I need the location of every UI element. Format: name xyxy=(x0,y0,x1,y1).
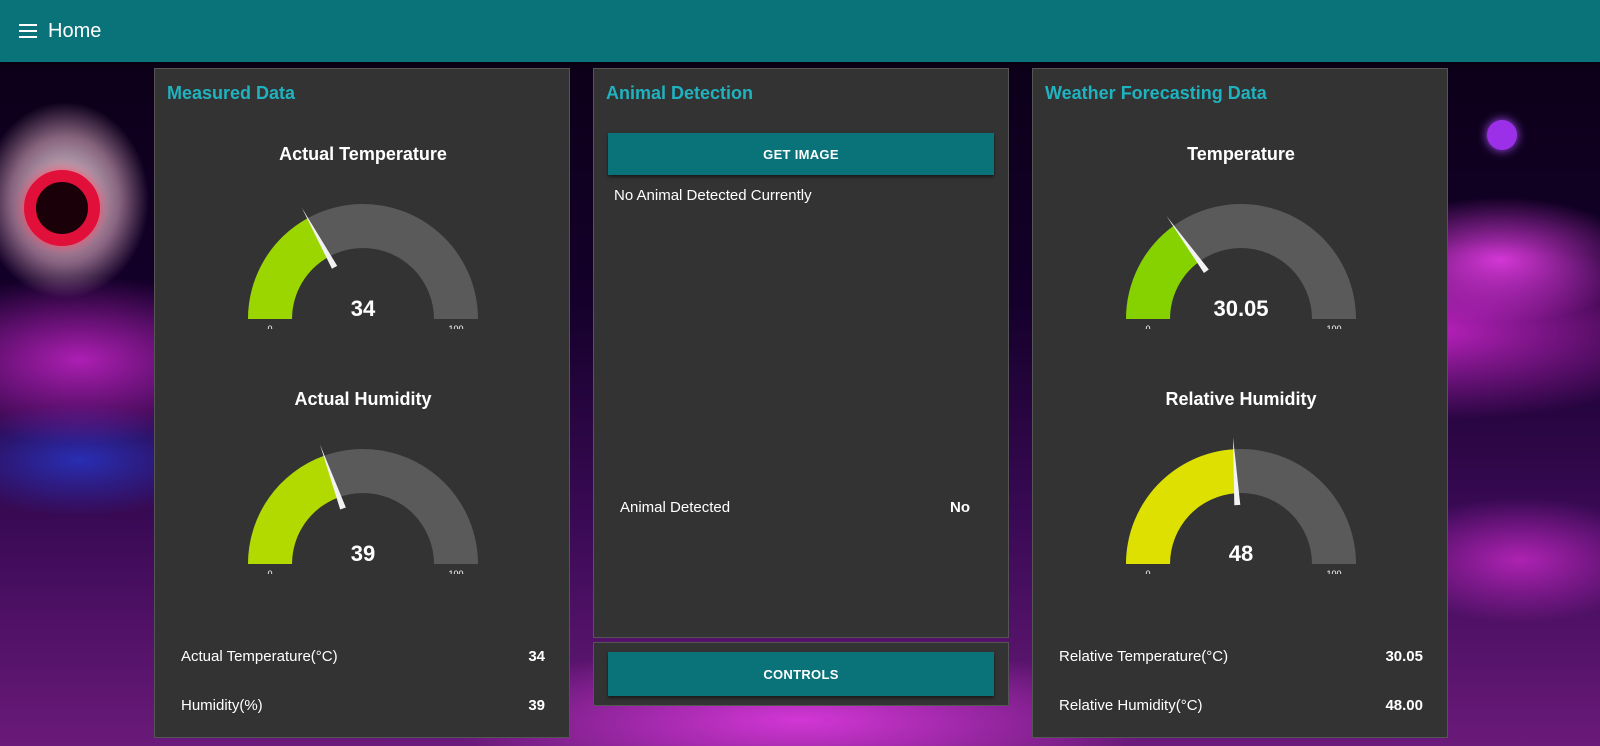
gauge-max-label: 100 xyxy=(1326,324,1341,329)
gauge-svg: 39% 0 100 xyxy=(248,444,478,574)
gauge-title: Temperature xyxy=(1187,144,1295,164)
relative-humidity-gauge: Relative Humidity 48% 0 100 xyxy=(1033,389,1449,589)
temperature-gauge: Temperature 30.05 °C 0 100 xyxy=(1033,139,1449,339)
page-title: Home xyxy=(48,19,102,42)
gauge-unit: °C xyxy=(358,328,369,329)
actual-temperature-row: Actual Temperature(°C) 34 xyxy=(181,648,545,665)
measured-data-title: Measured Data xyxy=(167,83,296,103)
gauge-title: Actual Temperature xyxy=(279,144,447,164)
gauge-value: 34 xyxy=(351,296,376,321)
animal-status-text: No Animal Detected Currently xyxy=(614,187,812,204)
hamburger-menu-icon[interactable] xyxy=(19,24,37,38)
gauge-value: 48 xyxy=(1229,541,1253,566)
gauge-svg: 34 °C 0 100 xyxy=(248,204,478,329)
controls-button[interactable]: CONTROLS xyxy=(608,652,994,696)
row-label: Relative Humidity(°C) xyxy=(1059,697,1203,714)
gauge-fill xyxy=(1126,449,1237,564)
gauge-min-label: 0 xyxy=(1145,569,1150,574)
row-value: 34 xyxy=(528,648,545,665)
gauge-unit: °C xyxy=(1236,328,1247,329)
get-image-button[interactable]: GET IMAGE xyxy=(608,133,994,175)
gauge-min-label: 0 xyxy=(267,324,272,329)
row-label: Relative Temperature(°C) xyxy=(1059,648,1229,665)
weather-forecasting-title: Weather Forecasting Data xyxy=(1045,83,1267,103)
gauge-max-label: 100 xyxy=(1326,569,1341,574)
animal-detection-card: Animal Detection GET IMAGE No Animal Det… xyxy=(593,68,1009,638)
gauge-max-label: 100 xyxy=(448,569,463,574)
background-ring-decoration xyxy=(24,170,100,246)
gauge-svg: 30.05 °C 0 100 xyxy=(1126,204,1356,329)
background-light-decoration xyxy=(1487,120,1517,150)
weather-forecasting-card: Weather Forecasting Data Temperature 30.… xyxy=(1032,68,1448,738)
animal-detection-title: Animal Detection xyxy=(606,83,754,103)
row-value: No xyxy=(950,499,970,516)
humidity-row: Humidity(%) 39 xyxy=(181,697,545,714)
gauge-title: Relative Humidity xyxy=(1165,389,1317,409)
row-label: Animal Detected xyxy=(620,499,731,516)
row-label: Actual Temperature(°C) xyxy=(181,648,338,665)
gauge-svg: 48% 0 100 xyxy=(1126,437,1356,574)
row-value: 39 xyxy=(528,697,545,714)
relative-humidity-row: Relative Humidity(°C) 48.00 xyxy=(1059,697,1423,714)
row-value: 48.00 xyxy=(1385,697,1423,714)
gauge-fill xyxy=(248,455,339,564)
animal-detected-row: Animal Detected No xyxy=(620,499,970,516)
gauge-value: 30.05 xyxy=(1213,296,1268,321)
measured-data-card: Measured Data Actual Temperature 34 °C 0 10… xyxy=(154,68,570,738)
actual-humidity-gauge: Actual Humidity 39% 0 100 xyxy=(155,389,571,589)
gauge-value: 39 xyxy=(351,541,375,566)
row-value: 30.05 xyxy=(1385,648,1423,665)
actual-temperature-gauge: Actual Temperature 34 °C 0 100 xyxy=(155,139,571,339)
controls-card: CONTROLS xyxy=(593,642,1009,706)
gauge-min-label: 0 xyxy=(267,569,272,574)
top-bar: Home xyxy=(0,0,1600,62)
gauge-min-label: 0 xyxy=(1145,324,1150,329)
gauge-unit: % xyxy=(1237,573,1245,574)
gauge-title: Actual Humidity xyxy=(294,389,432,409)
gauge-unit: % xyxy=(359,573,367,574)
row-label: Humidity(%) xyxy=(181,697,263,714)
gauge-max-label: 100 xyxy=(448,324,463,329)
relative-temperature-row: Relative Temperature(°C) 30.05 xyxy=(1059,648,1423,665)
